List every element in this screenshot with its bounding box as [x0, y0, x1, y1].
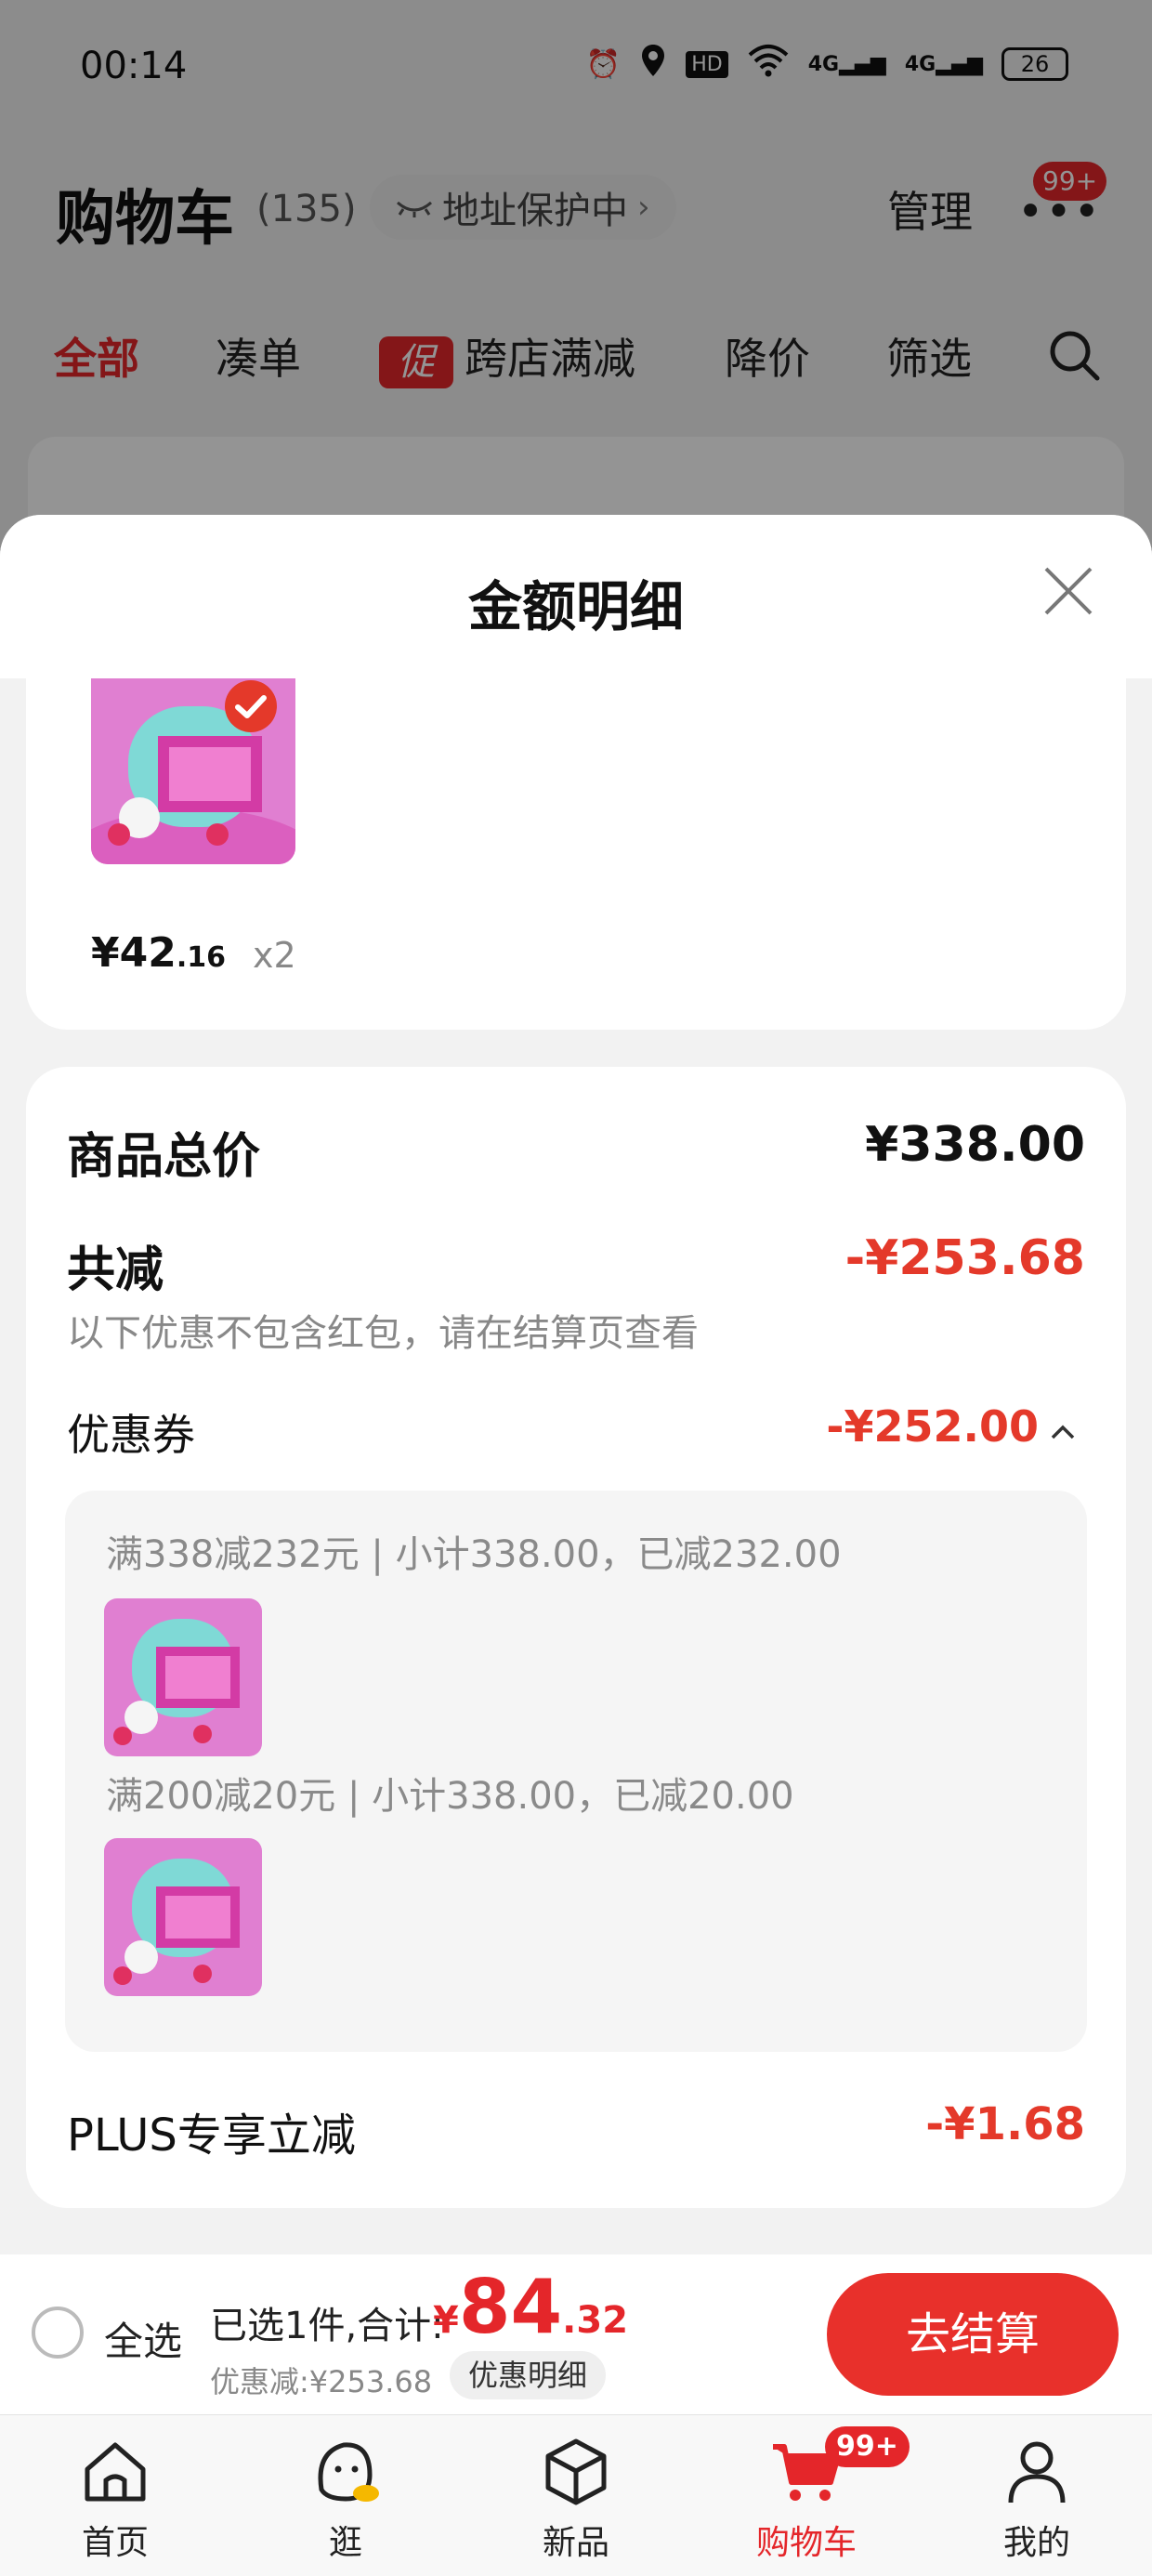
goods-total-value: ¥338.00: [865, 1117, 1085, 1173]
coupon-product-thumbnail: [104, 1838, 262, 1996]
coupon-product-thumbnail: [104, 1598, 262, 1756]
tab-cart-label: 购物车: [755, 2524, 857, 2562]
goods-total-label: 商品总价: [67, 1129, 261, 1185]
tab-home-label: 首页: [81, 2524, 149, 2562]
discount-summary: 优惠减:¥253.68: [210, 2364, 433, 2399]
plus-discount-value: -¥1.68: [925, 2098, 1085, 2150]
user-icon: [1008, 2441, 1066, 2504]
plus-discount-label: PLUS专享立减: [67, 2109, 356, 2162]
item-price: ¥42.16: [91, 929, 226, 977]
checkout-button[interactable]: 去结算: [827, 2273, 1119, 2396]
tab-new-label: 新品: [542, 2524, 609, 2562]
coupon-label: 优惠券: [67, 1410, 195, 1460]
amount-detail-sheet: 金额明细 ¥42.16 x2 商品总价 ¥338.00 共减 -¥253.68 …: [0, 515, 1152, 2254]
tab-home[interactable]: 首页: [22, 2415, 208, 2576]
coupon-rule: 满338减232元 | 小计338.00，已减232.00: [106, 1533, 842, 1576]
tab-cart[interactable]: 99+ 购物车: [713, 2415, 910, 2576]
item-price-dec: .16: [176, 941, 227, 974]
total-currency: ¥: [433, 2299, 459, 2342]
total-discount-value: -¥253.68: [844, 1230, 1085, 1286]
total-dec: .32: [562, 2299, 629, 2342]
chevron-up-icon: [1050, 1401, 1076, 1452]
coupon-detail-box: 满338减232元 | 小计338.00，已减232.00 满200减20元 |…: [65, 1491, 1087, 2052]
total-int: 84: [458, 2264, 563, 2350]
selected-items-card: ¥42.16 x2: [26, 678, 1126, 1030]
tab-mine[interactable]: 我的: [944, 2415, 1130, 2576]
cart-badge: 99+: [825, 2426, 910, 2467]
coupon-toggle[interactable]: -¥252.00: [826, 1401, 1076, 1452]
tab-browse[interactable]: 逛: [253, 2415, 439, 2576]
price-summary-card: 商品总价 ¥338.00 共减 -¥253.68 以下优惠不包含红包，请在结算页…: [26, 1067, 1126, 2208]
browse-mascot-icon: [318, 2442, 379, 2502]
home-icon: [85, 2442, 146, 2502]
coupon-value: -¥252.00: [826, 1401, 1039, 1452]
discount-note: 以下优惠不包含红包，请在结算页查看: [67, 1312, 699, 1355]
sheet-header: 金额明细: [0, 515, 1152, 678]
close-icon[interactable]: [1039, 561, 1098, 621]
coupon-rule: 满200减20元 | 小计338.00，已减20.00: [106, 1775, 794, 1818]
cube-icon: [545, 2438, 607, 2505]
selected-check-icon: [223, 678, 279, 734]
tab-new[interactable]: 新品: [483, 2415, 669, 2576]
select-all-checkbox[interactable]: [32, 2307, 84, 2359]
checkout-bar: 全选 已选1件,合计: ¥84.32 优惠减:¥253.68 优惠明细 去结算: [0, 2254, 1152, 2414]
select-all-label[interactable]: 全选: [104, 2310, 182, 2367]
bottom-tab-bar: 首页 逛 新品 99+ 购物车 我的: [0, 2414, 1152, 2576]
sheet-title: 金额明细: [467, 575, 684, 638]
total-price: ¥84.32: [433, 2264, 628, 2350]
tab-mine-label: 我的: [1002, 2524, 1070, 2562]
item-quantity: x2: [253, 935, 296, 976]
selected-count-text: 已选1件,合计:: [210, 2305, 444, 2347]
tab-browse-label: 逛: [328, 2524, 362, 2562]
item-price-int: ¥42: [91, 929, 177, 977]
discount-detail-button[interactable]: 优惠明细: [450, 2351, 607, 2399]
total-discount-label: 共减: [67, 1242, 164, 1298]
